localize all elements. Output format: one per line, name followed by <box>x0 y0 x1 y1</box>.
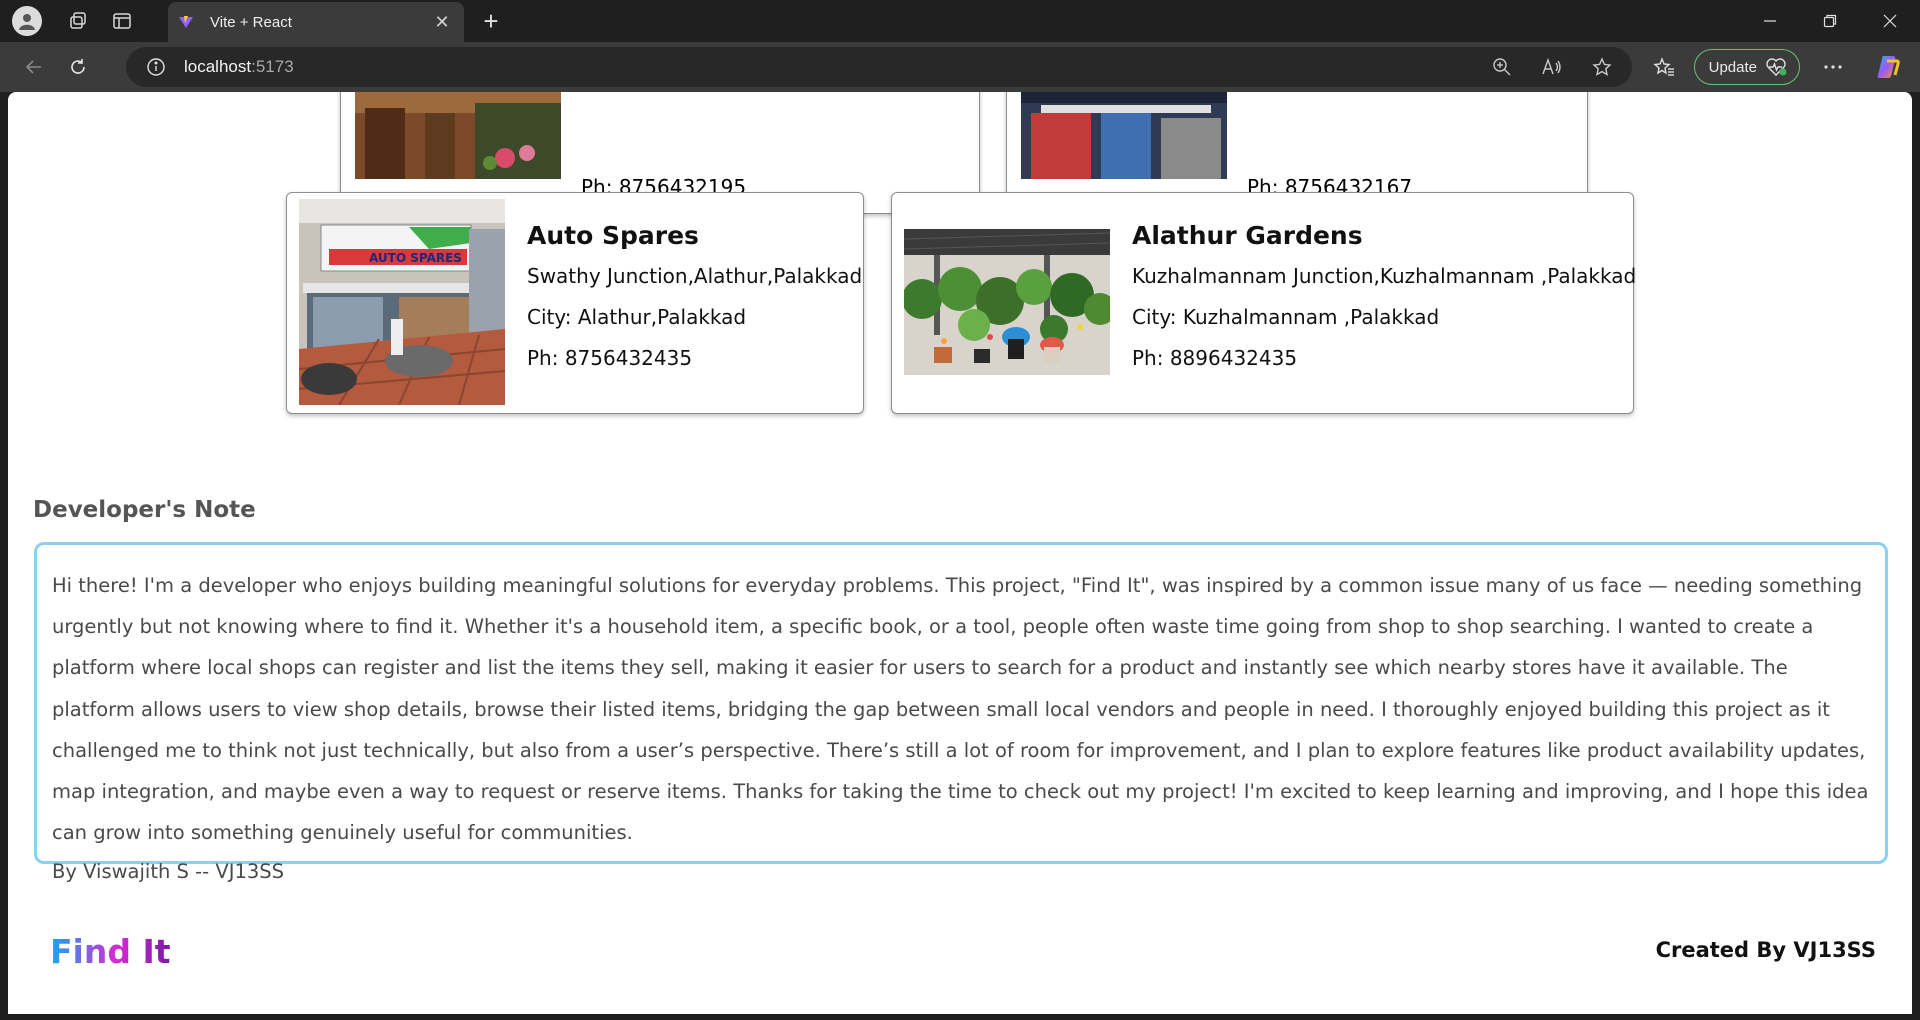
shop-image: AUTO SPARES <box>299 199 505 405</box>
footer-brand-logo[interactable]: Find It <box>50 932 171 971</box>
shop-address: Swathy Junction,Alathur,Palakkad <box>527 264 863 288</box>
tab-close-icon[interactable]: ✕ <box>430 12 454 33</box>
copilot-icon[interactable] <box>1866 47 1910 87</box>
page-viewport: Ph: 8756432195 Ph: 8756432167 AUTO SPARE… <box>8 92 1912 1014</box>
close-window-button[interactable] <box>1860 0 1920 42</box>
tab-actions-icon[interactable] <box>100 0 144 42</box>
shop-image <box>355 92 561 179</box>
favorites-icon[interactable] <box>1642 47 1686 87</box>
back-button[interactable] <box>12 47 56 87</box>
image-sign-text: AUTO SPARES <box>369 251 462 265</box>
zoom-icon[interactable] <box>1484 47 1520 87</box>
site-info-icon[interactable] <box>136 57 176 77</box>
shop-info: Auto Spares Swathy Junction,Alathur,Pala… <box>527 221 862 387</box>
update-label: Update <box>1708 58 1757 76</box>
minimize-button[interactable] <box>1740 0 1800 42</box>
url-text: localhost:5173 <box>184 57 294 76</box>
shop-image <box>904 229 1110 375</box>
vite-favicon-icon <box>179 16 193 28</box>
shop-card-alathur-gardens[interactable]: Alathur Gardens Kuzhalmannam Junction,Ku… <box>891 192 1636 414</box>
developer-note-signature: By Viswajith S -- VJ13SS <box>52 860 285 884</box>
restore-button[interactable] <box>1800 0 1860 42</box>
developer-note-box: Hi there! I'm a developer who enjoys bui… <box>34 542 1888 883</box>
developer-note-text: Hi there! I'm a developer who enjoys bui… <box>52 574 1869 845</box>
shop-name[interactable]: Auto Spares <box>527 221 862 250</box>
browser-tab[interactable]: Vite + React ✕ <box>168 2 464 42</box>
refresh-button[interactable] <box>56 47 100 87</box>
shop-phone: Ph: 8896432435 <box>1132 346 1298 370</box>
shop-name[interactable]: Alathur Gardens <box>1132 221 1636 250</box>
read-aloud-icon[interactable] <box>1534 47 1570 87</box>
profile-button[interactable] <box>0 0 44 42</box>
shop-phone: Ph: 8756432435 <box>527 346 693 370</box>
tab-title: Vite + React <box>210 13 292 31</box>
browser-title-bar: Vite + React ✕ + <box>0 0 1920 42</box>
profile-icon <box>12 6 42 36</box>
shop-address: Kuzhalmannam Junction,Kuzhalmannam ,Pala… <box>1132 264 1637 288</box>
shop-city: City: Alathur,Palakkad <box>527 305 747 329</box>
shop-card-auto-spares[interactable]: AUTO SPARES Auto Spares Swathy Junction,… <box>286 192 864 414</box>
shop-info: Alathur Gardens Kuzhalmannam Junction,Ku… <box>1132 221 1636 387</box>
favorite-star-icon[interactable] <box>1584 47 1620 87</box>
address-bar[interactable]: localhost:5173 <box>126 47 1632 87</box>
shop-city: City: Kuzhalmannam ,Palakkad <box>1132 305 1440 329</box>
workspaces-icon[interactable] <box>56 0 100 42</box>
footer-credit: Created By VJ13SS <box>1655 938 1876 962</box>
browser-toolbar: localhost:5173 Update <box>0 42 1920 92</box>
new-tab-button[interactable]: + <box>476 4 506 38</box>
shop-image <box>1021 92 1227 179</box>
more-options-icon[interactable] <box>1808 47 1858 87</box>
heart-pulse-icon <box>1766 58 1787 76</box>
update-button[interactable]: Update <box>1693 49 1800 85</box>
developer-note-heading: Developer's Note <box>33 497 256 523</box>
